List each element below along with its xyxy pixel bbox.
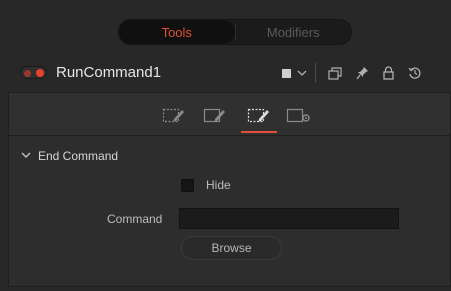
section-title: End Command xyxy=(38,149,119,163)
header-separator xyxy=(315,63,316,83)
tab-tools[interactable]: Tools xyxy=(119,20,235,44)
inspector-panel: Tools Modifiers RunCommand1 End Command … xyxy=(0,0,451,291)
hide-label: Hide xyxy=(206,178,231,192)
command-input[interactable] xyxy=(179,208,399,229)
chevron-down-icon[interactable] xyxy=(297,69,307,77)
edit-controls-icon xyxy=(162,108,184,123)
inspector-tab-bar xyxy=(9,93,450,136)
tab-modifiers[interactable]: Modifiers xyxy=(236,20,352,44)
browse-button[interactable]: Browse xyxy=(181,236,282,260)
version-icon[interactable] xyxy=(328,66,342,80)
edit-controls-icon xyxy=(247,108,269,123)
lock-icon[interactable] xyxy=(383,66,394,80)
controls-tab-1[interactable] xyxy=(161,104,187,126)
node-name: RunCommand1 xyxy=(56,64,162,81)
toggle-dot xyxy=(24,70,31,77)
toggle-knob xyxy=(36,69,44,77)
hide-checkbox[interactable] xyxy=(181,179,194,192)
edit-controls-icon xyxy=(203,108,225,123)
settings-gear-icon xyxy=(286,108,310,123)
node-enable-toggle[interactable] xyxy=(20,66,47,79)
controls-tab-2[interactable] xyxy=(202,104,228,126)
chevron-down-icon xyxy=(21,151,31,162)
tool-controls-panel: End Command Hide Command Browse xyxy=(8,92,451,287)
controls-tab-3[interactable] xyxy=(241,104,277,133)
settings-tab[interactable] xyxy=(286,104,312,126)
tools-modifiers-switch: Tools Modifiers xyxy=(118,19,352,45)
active-tab-underline xyxy=(241,131,277,133)
header-icons xyxy=(282,63,422,83)
section-end-command[interactable]: End Command xyxy=(21,149,118,163)
pin-icon[interactable] xyxy=(356,66,369,80)
reset-icon[interactable] xyxy=(408,66,422,80)
node-header: RunCommand1 xyxy=(0,58,451,88)
command-label: Command xyxy=(107,212,163,226)
node-color-swatch[interactable] xyxy=(282,68,291,78)
